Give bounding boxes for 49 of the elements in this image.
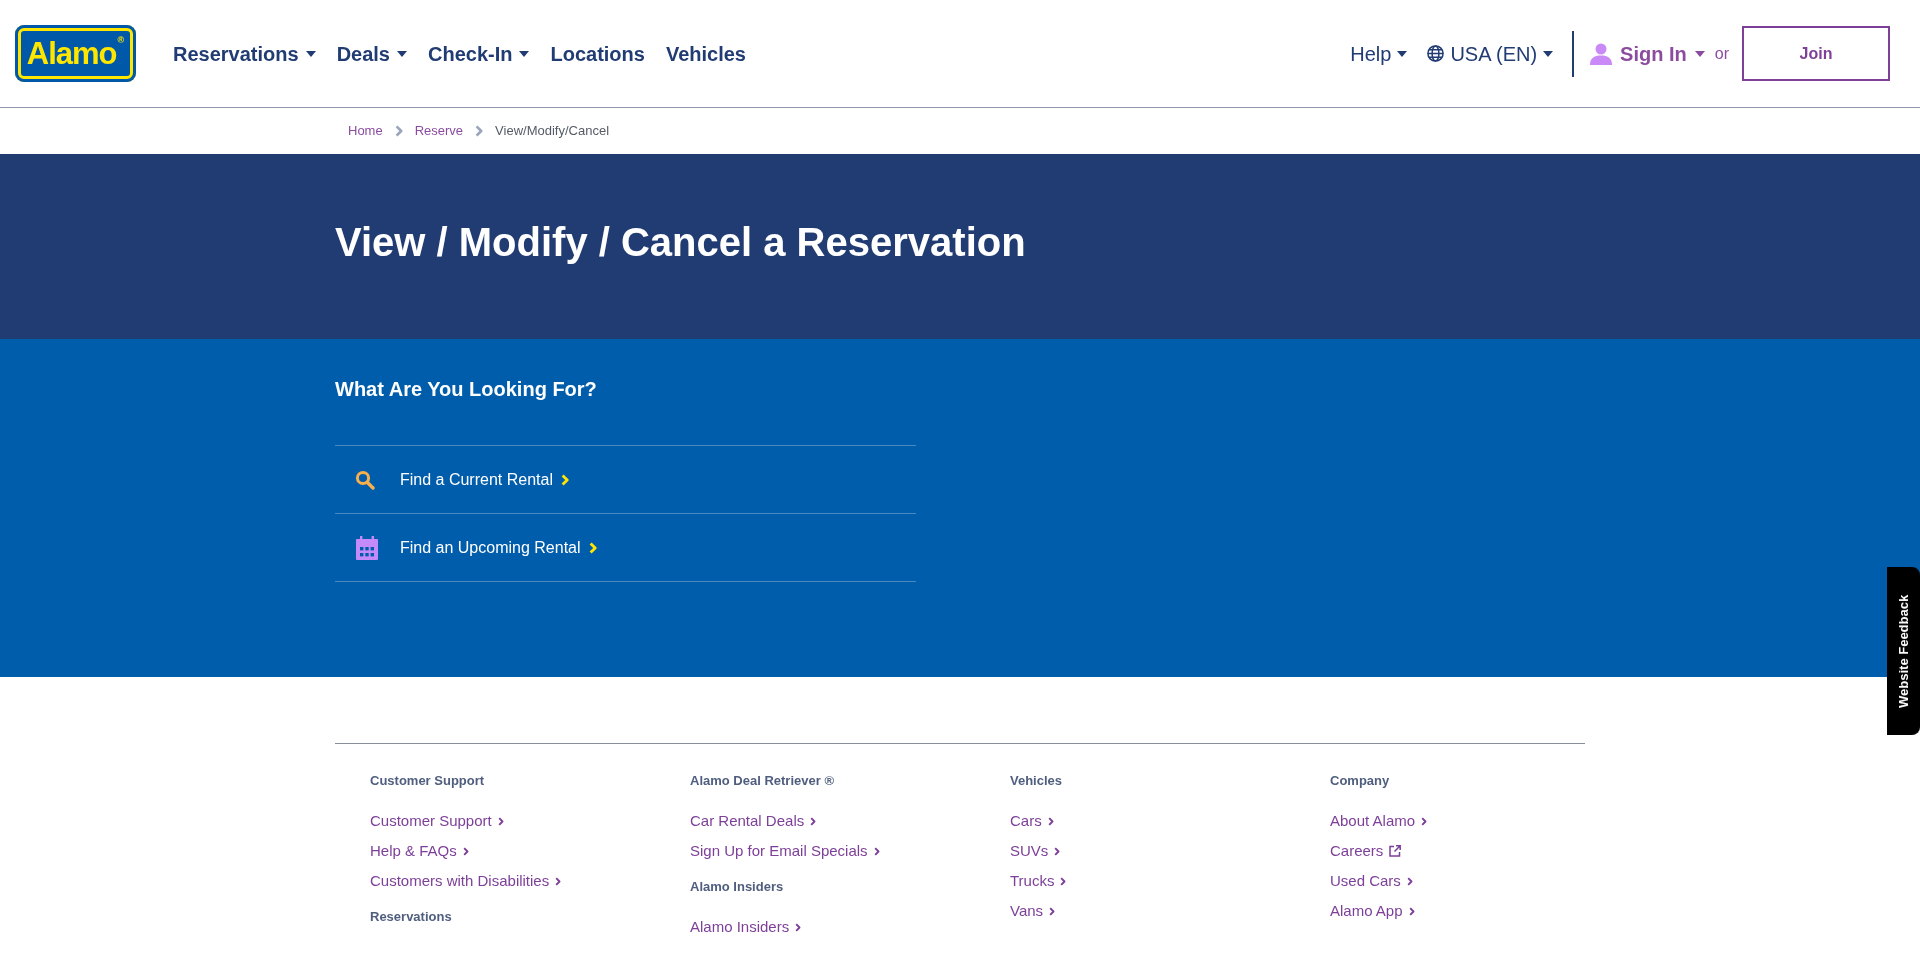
chevron-right-icon	[394, 125, 403, 137]
footer-link[interactable]: Sign Up for Email Specials	[690, 836, 880, 866]
nav-link[interactable]: Deals	[336, 38, 407, 69]
footer-link[interactable]: Cars	[1010, 806, 1054, 836]
footer-link[interactable]: Car Rental Deals	[690, 806, 817, 836]
footer-link[interactable]: Vans	[1010, 896, 1056, 926]
join-button[interactable]: Join	[1742, 26, 1890, 81]
breadcrumb-link[interactable]: Reserve	[414, 121, 464, 141]
feedback-tab[interactable]: Website Feedback	[1887, 567, 1920, 735]
sign-in-link[interactable]: Sign In	[1590, 38, 1705, 69]
rental-option-link[interactable]: Find an Upcoming Rental	[335, 513, 916, 581]
logo-link[interactable]: Alamo$^{®}$	[15, 25, 136, 82]
chevron-right-icon	[475, 125, 484, 137]
footer-link[interactable]: Trucks	[1010, 866, 1067, 896]
calendar-icon	[355, 535, 379, 560]
nav-link[interactable]: Vehicles	[665, 38, 746, 69]
footer-link[interactable]: About Alamo	[1330, 806, 1428, 836]
footer-link[interactable]: Alamo App	[1330, 896, 1415, 926]
chevron-right-icon	[588, 541, 597, 554]
caret-icon	[1397, 50, 1408, 57]
rental-option-link[interactable]: Find a Current Rental	[335, 445, 916, 513]
footer-link[interactable]: Customer Support	[370, 806, 504, 836]
footer-link[interactable]: Careers	[1330, 836, 1402, 866]
search-icon	[355, 469, 375, 490]
footer-link[interactable]: SUVs	[1010, 836, 1061, 866]
breadcrumb-link[interactable]: Home	[348, 121, 383, 141]
nav-link[interactable]: Check-In	[428, 38, 530, 69]
help-menu-link[interactable]: Help	[1350, 38, 1408, 69]
footer-link[interactable]: Used Cars	[1330, 866, 1413, 896]
or-text: or	[1714, 43, 1729, 64]
globe-icon	[1427, 45, 1445, 62]
caret-icon	[1543, 50, 1554, 57]
footer-heading: Vehicles	[1010, 772, 1064, 790]
nav-link[interactable]: Reservations	[173, 38, 316, 69]
user-icon	[1590, 42, 1613, 65]
footer-heading: Alamo Insiders	[690, 878, 785, 896]
nav-link[interactable]: Locations	[550, 38, 645, 69]
footer-heading: Alamo Deal Retriever ®	[690, 772, 835, 790]
footer-link[interactable]: Customers with Disabilities	[370, 866, 562, 896]
footer-link[interactable]: Help & FAQs	[370, 836, 469, 866]
footer-heading: Customer Support	[370, 772, 486, 790]
language-selector[interactable]: USA (EN)	[1427, 38, 1554, 69]
footer-heading: Company	[1330, 772, 1391, 790]
breadcrumb-current: View/Modify/Cancel	[495, 122, 610, 141]
footer-link[interactable]: Alamo Insiders	[690, 912, 802, 942]
section-heading: What Are You Looking For?	[335, 377, 598, 401]
chevron-right-icon	[560, 473, 569, 486]
footer-heading: Reservations	[370, 908, 453, 926]
page-title: View / Modify / Cancel a Reservation	[335, 219, 1027, 266]
